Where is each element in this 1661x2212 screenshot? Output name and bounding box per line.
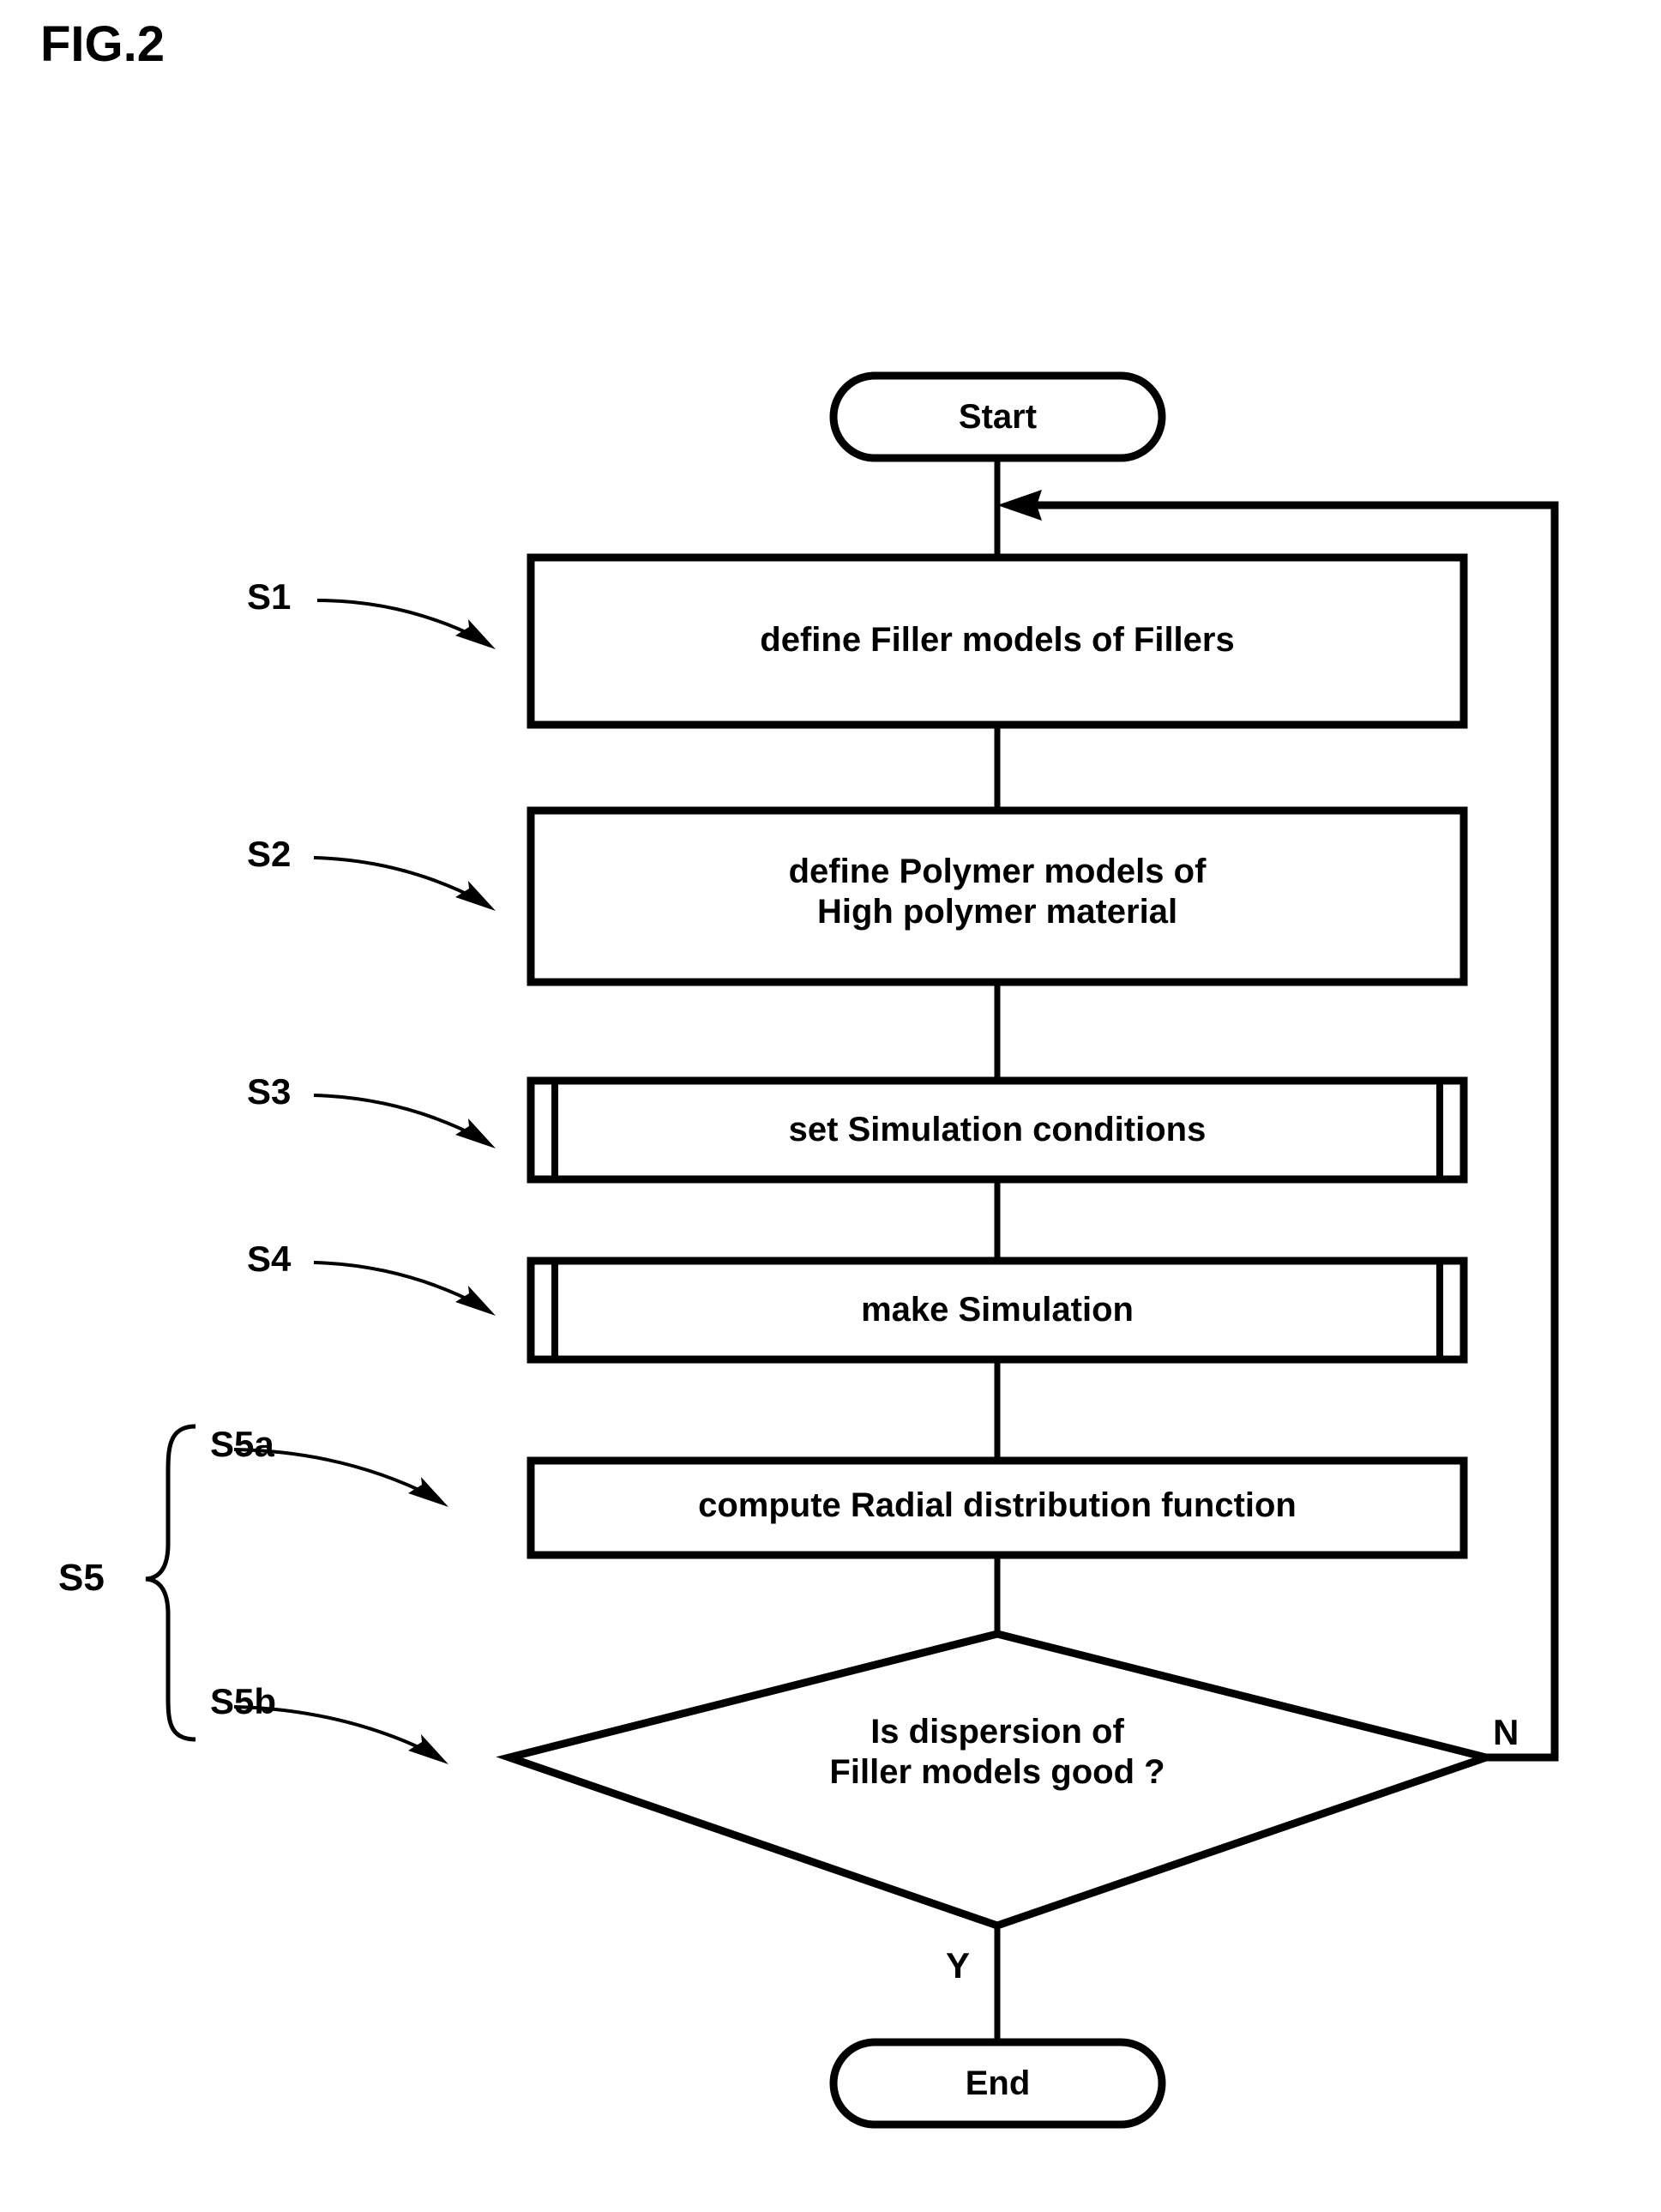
leader-arrow-s2 (313, 856, 481, 902)
leader-arrow-s4 (313, 1261, 481, 1307)
node-start-shape[interactable] (829, 371, 1166, 462)
leader-arrowhead-s2 (455, 881, 496, 911)
group-label-s5: S5 (58, 1557, 105, 1599)
node-s5a-box[interactable] (527, 1456, 1468, 1559)
leader-arrowhead-s4 (455, 1286, 496, 1316)
step-label-s1: S1 (247, 576, 292, 617)
leader-arrowhead-s5a (408, 1477, 448, 1507)
node-s4-box[interactable] (527, 1257, 1468, 1364)
node-s2-box[interactable] (527, 806, 1468, 986)
branch-label-yes: Y (946, 1945, 971, 1986)
step-label-s4: S4 (247, 1239, 292, 1279)
branch-label-no: N (1493, 1712, 1520, 1752)
step-label-s5b: S5b (210, 1681, 277, 1721)
group-brace-s5 (145, 1424, 196, 1742)
node-s5b-diamond[interactable] (496, 1630, 1500, 1930)
leader-arrowhead-s3 (455, 1118, 496, 1148)
leader-arrow-s1 (316, 599, 481, 641)
leader-arrow-s3 (313, 1094, 481, 1140)
leader-arrowhead-s5b (408, 1734, 448, 1764)
step-label-s2: S2 (247, 834, 292, 874)
node-end-shape[interactable] (829, 2038, 1166, 2129)
feedback-arrowhead (997, 490, 1042, 521)
leader-arrowhead-s1 (455, 619, 496, 649)
step-label-s5a: S5a (210, 1424, 274, 1464)
node-s1-box[interactable] (527, 553, 1468, 729)
node-s3-box[interactable] (527, 1076, 1468, 1184)
step-label-s3: S3 (247, 1071, 292, 1112)
